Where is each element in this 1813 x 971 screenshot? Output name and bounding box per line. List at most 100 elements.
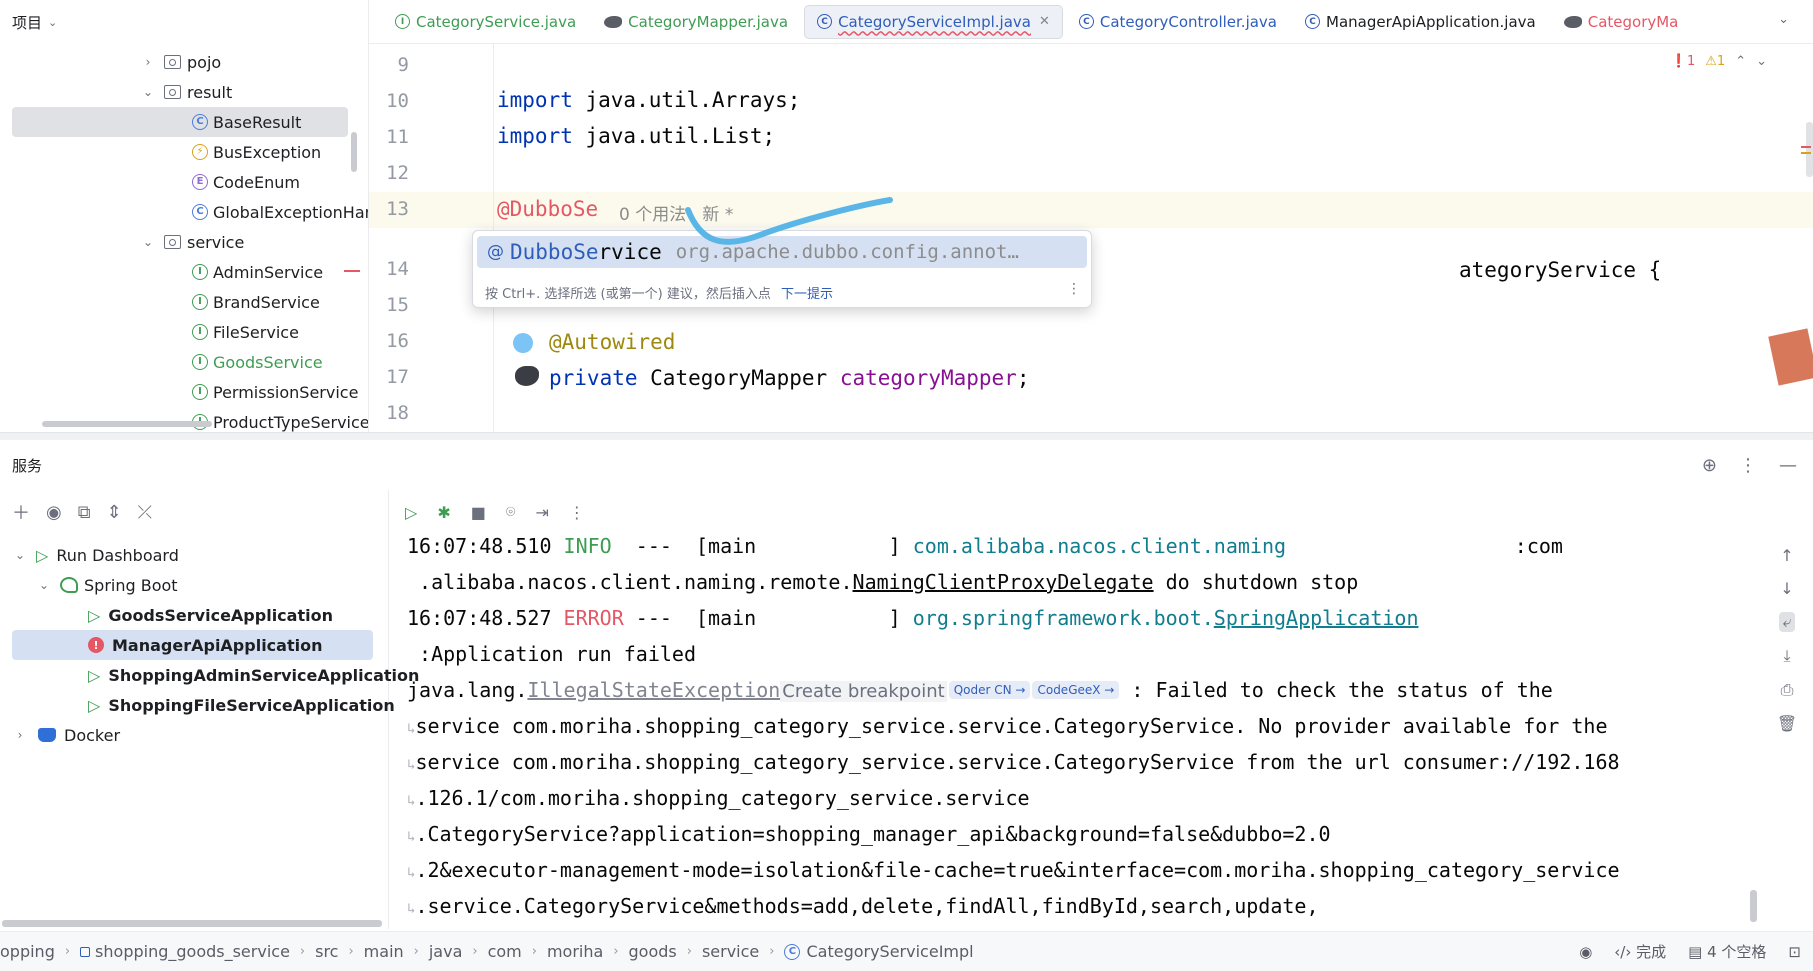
code-line-10[interactable]: import java.util.Arrays;	[497, 88, 800, 112]
project-view-selector[interactable]: 项目 ⌄	[0, 0, 368, 44]
tab-managerapiapplication[interactable]: C ManagerApiApplication.java	[1293, 5, 1548, 39]
breadcrumb-item[interactable]: main	[364, 942, 404, 961]
mybatis-gutter-icon[interactable]	[515, 366, 539, 386]
tab-categoryservice[interactable]: I CategoryService.java	[383, 5, 588, 39]
tree-item-adminservice[interactable]: I AdminService	[192, 257, 323, 287]
tree-folder-service[interactable]: ⌄ service	[140, 227, 244, 257]
chevron-right-icon[interactable]: ›	[140, 55, 156, 69]
codegeex-status[interactable]: ‹/› 完成	[1614, 941, 1666, 962]
tab-categorycontroller[interactable]: C CategoryController.java	[1067, 5, 1289, 39]
code-line-11[interactable]: import java.util.List;	[497, 124, 775, 148]
breadcrumb-item[interactable]: service	[702, 942, 759, 961]
class-icon: C	[192, 204, 208, 220]
tree-docker[interactable]: › Docker	[12, 720, 120, 750]
class-link[interactable]: SpringApplication	[1214, 606, 1419, 630]
chevron-down-icon[interactable]: ⌄	[1778, 12, 1789, 27]
tree-item-globalexceptionhandler[interactable]: C GlobalExceptionHan	[192, 197, 368, 227]
chevron-down-icon[interactable]: ⌄	[12, 548, 28, 562]
arrow-down-icon[interactable]: ↓	[1780, 579, 1793, 598]
tree-item-baseresult[interactable]: C BaseResult	[12, 107, 348, 137]
tree-spring-boot[interactable]: ⌄ Spring Boot	[36, 570, 178, 600]
stop-icon[interactable]: ■	[471, 503, 486, 522]
chevron-up-icon[interactable]: ⌃	[1735, 54, 1746, 69]
codegeex-button[interactable]: CodeGeeX →	[1032, 681, 1120, 699]
chevron-down-icon[interactable]: ⌄	[1756, 54, 1767, 69]
chevron-right-icon[interactable]: ›	[12, 728, 28, 742]
tree-folder-result[interactable]: ⌄ result	[140, 77, 232, 107]
tree-item-fileservice[interactable]: I FileService	[192, 317, 299, 347]
warning-stripe-marker[interactable]	[1801, 152, 1811, 154]
tab-categorymapper[interactable]: CategoryMapper.java	[592, 5, 800, 39]
panel-splitter[interactable]	[0, 432, 1813, 440]
trash-icon[interactable]: 🗑	[1777, 714, 1797, 733]
run-icon[interactable]: ▷	[405, 503, 417, 522]
minimize-icon[interactable]: —	[1779, 455, 1797, 476]
camera-icon[interactable]: ⌾	[506, 502, 516, 522]
eye-icon[interactable]: ◉	[46, 502, 62, 523]
print-icon[interactable]: ⎙	[1781, 680, 1794, 700]
expand-all-icon[interactable]: ⇕	[107, 502, 122, 523]
tree-item-brandservice[interactable]: I BrandService	[192, 287, 320, 317]
breadcrumb-item[interactable]: src	[315, 942, 338, 961]
chevron-down-icon[interactable]: ⌄	[36, 578, 52, 592]
error-count[interactable]: ❗1	[1671, 54, 1695, 69]
error-stripe-marker[interactable]	[1801, 146, 1811, 148]
breadcrumb-item[interactable]: CategoryServiceImpl	[806, 942, 973, 961]
tab-categoryserviceimpl[interactable]: C CategoryServiceImpl.java ✕	[804, 4, 1063, 39]
lock-icon[interactable]: ⊡	[1788, 943, 1801, 961]
tree-item-busexception[interactable]: ⚡ BusException	[192, 137, 321, 167]
horizontal-scrollbar[interactable]	[2, 920, 382, 927]
line-number: 14	[386, 258, 409, 280]
soft-wrap-toggle-icon[interactable]: ⤶	[1778, 612, 1796, 632]
add-icon[interactable]: ＋	[12, 499, 30, 525]
collapse-all-icon[interactable]: ⤫	[138, 502, 152, 523]
breadcrumb-item[interactable]: moriha	[547, 942, 603, 961]
inspection-widget[interactable]: ❗1 ⚠1 ⌃ ⌄	[1671, 54, 1767, 69]
new-group-icon[interactable]: ⧉	[78, 502, 91, 523]
exception-link[interactable]: IllegalStateException	[527, 678, 780, 702]
warning-count[interactable]: ⚠1	[1705, 54, 1725, 69]
tree-shopping-file-app[interactable]: ▷ ShoppingFileServiceApplication	[88, 690, 395, 720]
debug-icon[interactable]: ✱	[437, 503, 450, 522]
chevron-down-icon[interactable]: ⌄	[140, 85, 156, 99]
bean-gutter-icon[interactable]	[513, 333, 533, 353]
breadcrumb-item[interactable]: com	[488, 942, 522, 961]
tree-item-goodsservice[interactable]: I GoodsService	[192, 347, 323, 377]
more-vertical-icon[interactable]: ⋮	[1739, 455, 1757, 476]
tree-folder-pojo[interactable]: › pojo	[140, 47, 222, 77]
tree-shopping-admin-app[interactable]: ▷ ShoppingAdminServiceApplication	[88, 660, 419, 690]
tab-categorymapper-xml[interactable]: CategoryMa	[1552, 5, 1691, 39]
code-line-14[interactable]: ategoryService {	[1459, 258, 1661, 282]
indent-widget[interactable]: ▤ 4 个空格	[1688, 941, 1766, 962]
arrow-up-icon[interactable]: ↑	[1780, 546, 1793, 565]
tree-item-permissionservice[interactable]: I PermissionService	[192, 377, 358, 407]
chevron-down-icon[interactable]: ⌄	[140, 235, 156, 249]
close-icon[interactable]: ✕	[1039, 14, 1050, 29]
horizontal-scrollbar[interactable]	[42, 421, 212, 427]
ai-assistant-icon[interactable]: ◉	[1579, 943, 1592, 961]
tree-item-codeenum[interactable]: E CodeEnum	[192, 167, 300, 197]
editor-scrollbar[interactable]	[1806, 122, 1813, 177]
more-vertical-icon[interactable]: ⋮	[1067, 281, 1081, 297]
console-scrollbar[interactable]	[1750, 890, 1757, 922]
exit-icon[interactable]: ⇥	[535, 503, 548, 522]
tree-item-producttypeservice[interactable]: I ProductTypeService	[192, 407, 368, 432]
breadcrumb-item[interactable]: java	[429, 942, 463, 961]
next-tip-link[interactable]: 下一提示	[781, 287, 833, 302]
more-vertical-icon[interactable]: ⋮	[569, 503, 585, 522]
tree-manager-api-app[interactable]: ! ManagerApiApplication	[12, 630, 373, 660]
vertical-scrollbar[interactable]	[351, 132, 357, 172]
code-line-16[interactable]: @Autowired	[549, 330, 675, 354]
code-line-13[interactable]: @DubboSe	[497, 197, 598, 221]
breadcrumb-item[interactable]: opping	[0, 942, 55, 961]
scroll-to-end-icon[interactable]: ⤓	[1783, 646, 1790, 666]
tree-run-dashboard[interactable]: ⌄ ▷ Run Dashboard	[12, 540, 179, 570]
class-link[interactable]: NamingClientProxyDelegate	[853, 570, 1154, 594]
code-line-17[interactable]: private CategoryMapper categoryMapper;	[549, 366, 1029, 390]
breadcrumb-item[interactable]: goods	[629, 942, 677, 961]
breadcrumb-item[interactable]: shopping_goods_service	[95, 942, 290, 961]
qoder-button[interactable]: Qoder CN →	[948, 681, 1031, 699]
crosshair-icon[interactable]: ⊕	[1702, 455, 1717, 476]
tree-goods-service-app[interactable]: ▷ GoodsServiceApplication	[88, 600, 333, 630]
create-breakpoint-hint[interactable]: Create breakpoint	[780, 681, 947, 702]
